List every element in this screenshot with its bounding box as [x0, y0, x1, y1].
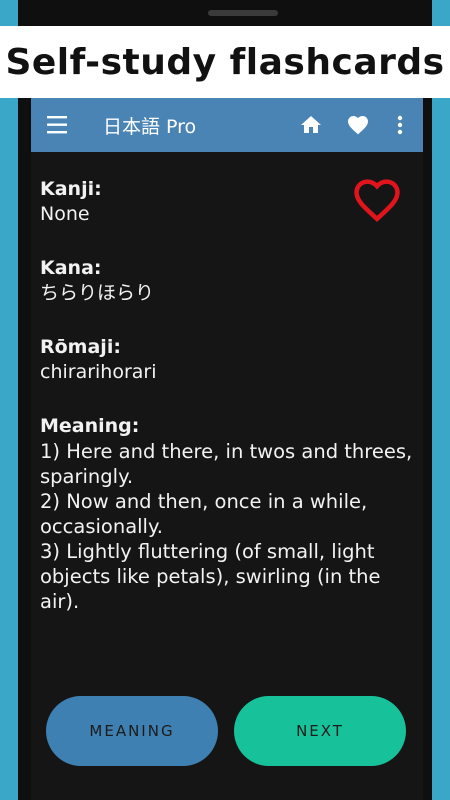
next-button[interactable]: NEXT: [234, 696, 406, 766]
romaji-value: chirarihorari: [40, 361, 157, 383]
meaning-button[interactable]: MEANING: [46, 696, 218, 766]
kana-label: Kana:: [40, 257, 102, 279]
more-vert-icon[interactable]: [395, 113, 405, 137]
banner-title: Self-study flashcards: [5, 41, 445, 83]
home-icon[interactable]: [299, 113, 323, 137]
app-title: 日本語 Pro: [103, 116, 197, 138]
romaji-label: Rōmaji:: [40, 336, 121, 358]
heart-icon[interactable]: [346, 113, 370, 137]
kana-section: Kana: ちらりほらり: [40, 255, 420, 306]
menu-icon[interactable]: [47, 115, 69, 135]
meaning-section: Meaning: 1) Here and there, in twos and …: [40, 413, 420, 614]
kanji-value: None: [40, 203, 90, 225]
romaji-section: Rōmaji: chirarihorari: [40, 334, 420, 385]
app-bar: 日本語 Pro: [31, 98, 423, 152]
promo-banner: Self-study flashcards: [0, 26, 450, 98]
flashcard-content: Kanji: None Kana: ちらりほらり Rōmaji: chirari…: [40, 176, 420, 642]
kanji-label: Kanji:: [40, 178, 102, 200]
meaning-value: 1) Here and there, in twos and threes, s…: [40, 440, 413, 613]
phone-speaker: [208, 10, 278, 16]
kana-value: ちらりほらり: [40, 282, 155, 304]
meaning-label: Meaning:: [40, 415, 140, 437]
app-screen: 日本語 Pro Kanji: None Kana: ちらりほらり Rōmaji:…: [31, 98, 423, 800]
kanji-section: Kanji: None: [40, 176, 420, 227]
